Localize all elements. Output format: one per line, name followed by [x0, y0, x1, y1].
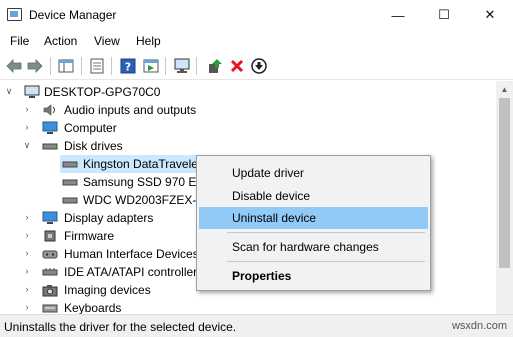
update-driver-icon[interactable]	[206, 57, 224, 75]
collapse-chevron-icon[interactable]: ∨	[4, 86, 14, 97]
context-menu-separator	[227, 232, 425, 233]
tree-item-label: Imaging devices	[64, 283, 151, 297]
tree-item-label: Disk drives	[64, 139, 123, 153]
computer-icon	[42, 121, 58, 135]
monitor-icon	[42, 211, 58, 225]
toolbar-separator	[111, 57, 112, 75]
computer-icon	[24, 85, 40, 99]
watermark: wsxdn.com	[451, 320, 507, 332]
disable-device-icon[interactable]	[250, 57, 268, 75]
properties-icon[interactable]	[88, 57, 106, 75]
tree-item-label: Samsung SSD 970 EVO	[83, 175, 214, 189]
tree-root-label: DESKTOP-GPG70C0	[44, 85, 161, 99]
svg-text:?: ?	[125, 61, 131, 74]
context-menu: Update driver Disable device Uninstall d…	[196, 155, 431, 291]
vertical-scrollbar[interactable]: ▲	[496, 81, 513, 314]
expand-chevron-icon[interactable]: ›	[22, 284, 32, 294]
uninstall-device-icon[interactable]	[228, 57, 246, 75]
controller-icon	[42, 265, 58, 279]
expand-chevron-icon[interactable]: ›	[22, 266, 32, 276]
menu-help[interactable]: Help	[136, 34, 161, 48]
scroll-up-arrow-icon[interactable]: ▲	[496, 81, 513, 98]
tree-item-computer[interactable]: › Computer	[0, 119, 496, 137]
toolbar-separator	[196, 57, 197, 75]
minimize-button[interactable]: —	[375, 0, 421, 30]
expand-chevron-icon[interactable]: ›	[22, 122, 32, 132]
context-menu-separator	[227, 261, 425, 262]
menu-bar: File Action View Help	[0, 30, 513, 52]
forward-arrow-icon[interactable]	[26, 57, 44, 75]
title-bar: Device Manager — ☐ ✕	[0, 0, 513, 30]
collapse-chevron-icon[interactable]: ∨	[22, 140, 32, 151]
maximize-button[interactable]: ☐	[421, 0, 467, 30]
hid-icon	[42, 247, 58, 261]
context-menu-label: Update driver	[232, 166, 305, 180]
tree-item-label: Keyboards	[64, 301, 122, 314]
tree-item-label: Computer	[64, 121, 117, 135]
context-menu-label: Scan for hardware changes	[232, 240, 379, 254]
tree-item-label: IDE ATA/ATAPI controllers	[64, 265, 204, 279]
drive-icon	[62, 157, 78, 171]
menu-action[interactable]: Action	[44, 34, 77, 48]
tree-item-label: Display adapters	[64, 211, 154, 225]
close-button[interactable]: ✕	[467, 0, 513, 30]
toolbar-separator	[165, 57, 166, 75]
drive-icon	[62, 175, 78, 189]
expand-chevron-icon[interactable]: ›	[22, 230, 32, 240]
menu-file[interactable]: File	[10, 34, 29, 48]
tree-item-label: Human Interface Devices	[64, 247, 199, 261]
tree-item-audio[interactable]: › Audio inputs and outputs	[0, 101, 496, 119]
menu-view[interactable]: View	[94, 34, 120, 48]
expand-chevron-icon[interactable]: ›	[22, 302, 32, 312]
tree-item-disk-drives[interactable]: ∨ Disk drives	[0, 137, 496, 155]
context-menu-label: Uninstall device	[232, 211, 317, 225]
back-arrow-icon[interactable]	[5, 57, 23, 75]
tree-root[interactable]: ∨ DESKTOP-GPG70C0	[0, 83, 496, 101]
expand-chevron-icon[interactable]: ›	[22, 248, 32, 258]
tree-item-keyboards[interactable]: › Keyboards	[0, 299, 496, 314]
tree-item-label: Firmware	[64, 229, 114, 243]
expand-chevron-icon[interactable]: ›	[22, 104, 32, 114]
device-manager-icon	[7, 8, 22, 21]
tree-item-label: Audio inputs and outputs	[64, 103, 197, 117]
scan-hardware-icon[interactable]	[173, 57, 191, 75]
tree-item-label: Kingston DataTraveler	[83, 157, 202, 171]
keyboard-icon	[42, 301, 58, 314]
context-menu-scan-hardware[interactable]: Scan for hardware changes	[199, 236, 428, 258]
context-menu-disable-device[interactable]: Disable device	[199, 185, 428, 207]
disk-drive-icon	[42, 139, 58, 153]
status-text: Uninstalls the driver for the selected d…	[4, 320, 237, 334]
context-menu-update-driver[interactable]: Update driver	[199, 162, 428, 184]
context-menu-uninstall-device[interactable]: Uninstall device	[199, 207, 428, 229]
help-icon[interactable]: ?	[119, 57, 137, 75]
tree-item-label: WDC WD2003FZEX-00	[83, 193, 210, 207]
toolbar: ?	[0, 52, 513, 80]
toolbar-separator	[81, 57, 82, 75]
context-menu-properties[interactable]: Properties	[199, 265, 428, 287]
firmware-icon	[42, 229, 58, 243]
toolbar-separator	[50, 57, 51, 75]
drive-icon	[62, 193, 78, 207]
context-menu-label: Disable device	[232, 189, 311, 203]
window-title: Device Manager	[29, 8, 117, 22]
expand-chevron-icon[interactable]: ›	[22, 212, 32, 222]
scrollbar-thumb[interactable]	[499, 98, 510, 268]
camera-icon	[42, 283, 58, 297]
status-bar: Uninstalls the driver for the selected d…	[0, 314, 513, 337]
context-menu-label: Properties	[232, 269, 292, 283]
action-pane-icon[interactable]	[142, 57, 160, 75]
show-hide-console-tree-icon[interactable]	[57, 57, 75, 75]
speaker-icon	[42, 103, 58, 117]
